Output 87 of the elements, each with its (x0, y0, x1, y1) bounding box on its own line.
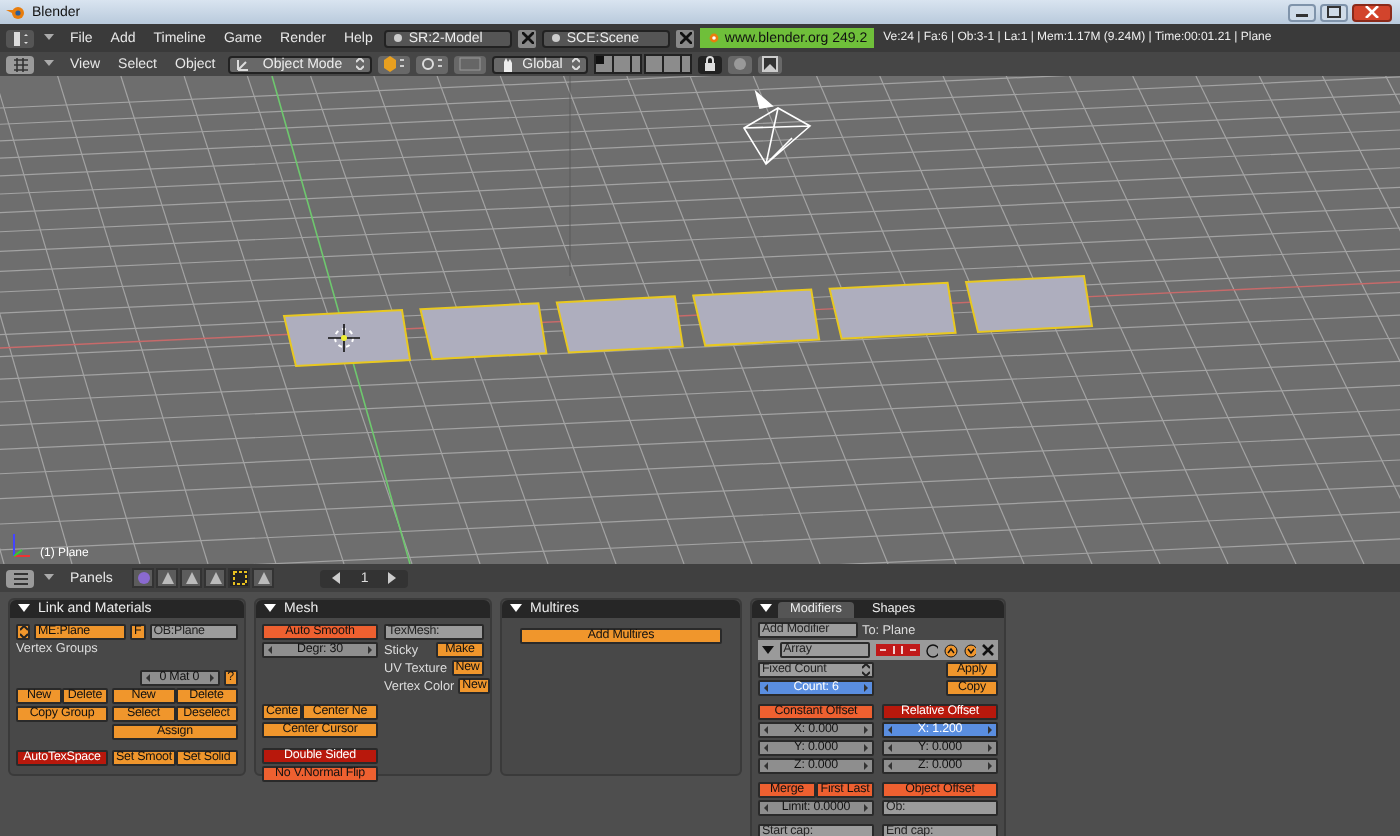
layer-toggle[interactable] (681, 55, 690, 64)
left-arrow-icon (764, 804, 768, 812)
layer-toggle[interactable] (604, 55, 613, 64)
right-arrow-icon (863, 804, 868, 812)
left-arrow-icon (888, 744, 892, 752)
plane-mesh[interactable] (828, 281, 957, 340)
collapse-icon (18, 604, 30, 614)
right-arrow-icon (209, 674, 214, 682)
right-arrow-icon (864, 684, 868, 692)
collapse-icon[interactable] (760, 604, 772, 614)
layer-toggle[interactable] (595, 64, 604, 73)
context-tab-icon[interactable] (156, 568, 179, 588)
maximize-icon (1326, 6, 1342, 18)
context-tab-icon[interactable] (252, 568, 275, 588)
menu-icon (11, 571, 29, 585)
3d-cursor-icon (327, 323, 361, 353)
close-icon[interactable] (518, 29, 537, 47)
right-arrow-icon (864, 762, 868, 770)
close-button[interactable] (1352, 3, 1392, 21)
left-arrow-icon (764, 684, 768, 692)
editor-type-icon (11, 31, 29, 45)
left-arrow-icon (764, 744, 768, 752)
browse-icon (392, 32, 405, 44)
left-arrow-icon (888, 762, 892, 770)
right-arrow-icon (863, 744, 868, 752)
plane-mesh[interactable] (419, 302, 548, 361)
minimize-button[interactable] (1288, 3, 1316, 21)
collapse-icon (510, 604, 522, 614)
context-tab-icon[interactable] (204, 568, 227, 588)
updown-arrows-icon (19, 626, 27, 638)
hand-icon (499, 56, 514, 72)
left-arrow-icon (145, 674, 150, 682)
editor-type-button[interactable] (6, 55, 34, 73)
right-arrow-icon (988, 726, 992, 734)
right-arrow-icon (388, 572, 397, 584)
plane-mesh[interactable] (964, 274, 1094, 334)
axis-orientation-icon (13, 533, 31, 557)
layer-toggle[interactable] (631, 64, 640, 73)
left-arrow-icon (888, 726, 892, 734)
axes-icon (235, 57, 250, 71)
pivot-dropdown[interactable] (415, 55, 448, 73)
app-logo-icon (6, 4, 26, 20)
left-arrow-icon (332, 572, 341, 584)
plane-mesh[interactable] (691, 288, 821, 347)
right-arrow-icon (864, 726, 868, 734)
lock-icon (701, 56, 718, 72)
circle-icon (731, 56, 748, 72)
rectangle-icon (457, 56, 482, 72)
plane-mesh[interactable] (555, 295, 684, 354)
display-toggles-icon[interactable] (875, 644, 920, 656)
shading-dropdown[interactable] (377, 55, 410, 73)
close-icon[interactable] (982, 644, 994, 656)
left-arrow-icon (268, 646, 272, 654)
context-tab-icon[interactable] (228, 568, 251, 588)
updown-arrows-icon (862, 664, 870, 676)
updown-arrows-icon (571, 58, 580, 70)
editor-type-button[interactable] (6, 29, 34, 47)
layer-toggle[interactable] (631, 55, 640, 64)
browse-button[interactable] (16, 624, 30, 640)
layer-toggle[interactable] (595, 55, 604, 64)
plane-mesh[interactable] (282, 308, 412, 368)
maximize-button[interactable] (1320, 3, 1348, 21)
close-icon (1364, 6, 1380, 18)
left-arrow-icon (764, 726, 768, 734)
camera-drawing[interactable] (743, 89, 812, 165)
close-icon[interactable] (676, 29, 695, 47)
right-arrow-icon (368, 646, 372, 654)
image-icon (761, 56, 778, 72)
browse-icon (550, 32, 563, 44)
layer-toggle[interactable] (681, 64, 690, 73)
move-up-icon[interactable] (944, 643, 958, 657)
right-arrow-icon (987, 744, 992, 752)
collapse-icon (264, 604, 276, 614)
right-arrow-icon (988, 762, 992, 770)
pivot-icon (419, 56, 444, 72)
cage-toggle-icon[interactable] (925, 643, 939, 657)
image-button[interactable] (757, 55, 782, 73)
lock-button[interactable] (697, 55, 722, 73)
expand-icon[interactable] (762, 645, 774, 655)
editor-type-button[interactable] (6, 569, 34, 587)
move-down-icon[interactable] (963, 643, 977, 657)
cube-icon (381, 56, 406, 72)
left-arrow-icon (764, 762, 768, 770)
app-logo-icon (706, 32, 721, 44)
grid-icon (11, 57, 29, 71)
updown-arrows-icon (355, 58, 364, 70)
context-tab-icon[interactable] (180, 568, 203, 588)
